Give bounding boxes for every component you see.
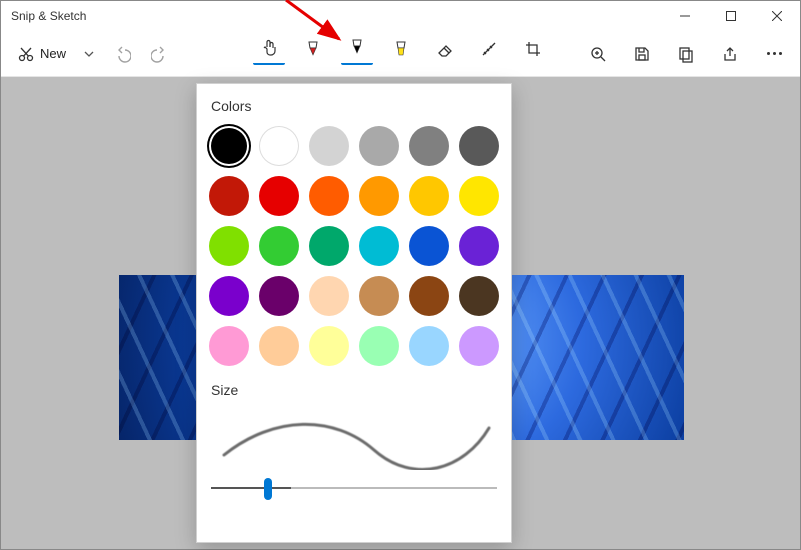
window-title: Snip & Sketch [11,9,86,23]
color-swatch[interactable] [359,126,399,166]
save-button[interactable] [626,38,658,70]
color-swatch[interactable] [259,176,299,216]
color-swatch[interactable] [309,276,349,316]
color-swatch[interactable] [459,326,499,366]
highlighter-button[interactable] [385,33,417,65]
copy-icon [677,45,695,63]
color-swatch[interactable] [359,276,399,316]
snip-icon [17,45,35,63]
crop-button[interactable] [517,33,549,65]
chevron-down-icon [83,48,95,60]
color-swatch[interactable] [209,176,249,216]
pen-settings-flyout: Colors Size [196,83,512,543]
touch-writing-button[interactable] [253,33,285,65]
color-swatch[interactable] [459,226,499,266]
color-swatch[interactable] [209,276,249,316]
pencil-button[interactable] [341,33,373,65]
share-icon [721,45,739,63]
color-swatch[interactable] [459,176,499,216]
touch-icon [260,38,278,56]
zoom-button[interactable] [582,38,614,70]
color-swatch[interactable] [259,276,299,316]
color-swatch[interactable] [409,126,449,166]
color-swatch[interactable] [209,126,249,166]
color-swatch[interactable] [209,326,249,366]
color-swatch[interactable] [259,226,299,266]
undo-button[interactable] [106,38,138,70]
highlighter-icon [393,40,409,58]
pen-red-icon [305,40,321,58]
color-swatch[interactable] [459,126,499,166]
ellipsis-icon [767,52,782,55]
toolbar: New [1,31,800,77]
copy-button[interactable] [670,38,702,70]
save-icon [633,45,651,63]
size-heading: Size [211,382,497,398]
size-preview-stroke [211,410,497,470]
undo-icon [113,45,131,63]
toolbar-center-group [253,33,549,65]
color-swatch[interactable] [309,226,349,266]
slider-thumb[interactable] [264,478,272,500]
color-swatch[interactable] [359,176,399,216]
color-swatch[interactable] [309,326,349,366]
color-swatch[interactable] [259,126,299,166]
zoom-icon [589,45,607,63]
close-button[interactable] [754,1,800,31]
color-swatch[interactable] [209,226,249,266]
new-button-label: New [40,46,66,61]
minimize-button[interactable] [662,1,708,31]
caption-buttons [662,1,800,31]
color-swatch[interactable] [359,326,399,366]
toolbar-right-group [582,38,790,70]
pen-black-icon [349,38,365,56]
new-button[interactable]: New [11,41,72,67]
ballpoint-pen-button[interactable] [297,33,329,65]
color-swatch[interactable] [459,276,499,316]
color-swatch[interactable] [309,176,349,216]
color-swatch[interactable] [409,176,449,216]
color-swatch[interactable] [309,126,349,166]
slider-track-filled [211,487,291,489]
more-button[interactable] [758,38,790,70]
color-swatch[interactable] [259,326,299,366]
new-dropdown[interactable] [78,40,100,68]
color-swatch[interactable] [409,226,449,266]
maximize-button[interactable] [708,1,754,31]
color-swatches [211,126,497,366]
colors-heading: Colors [211,98,497,114]
redo-icon [151,45,169,63]
share-button[interactable] [714,38,746,70]
redo-button[interactable] [144,38,176,70]
toolbar-left-group: New [11,38,176,70]
size-slider[interactable] [211,474,497,502]
ruler-icon [480,40,498,58]
titlebar: Snip & Sketch [1,1,800,31]
eraser-button[interactable] [429,33,461,65]
crop-icon [524,40,542,58]
eraser-icon [436,40,454,58]
color-swatch[interactable] [359,226,399,266]
slider-track-rest [291,487,497,489]
color-swatch[interactable] [409,276,449,316]
ruler-button[interactable] [473,33,505,65]
color-swatch[interactable] [409,326,449,366]
